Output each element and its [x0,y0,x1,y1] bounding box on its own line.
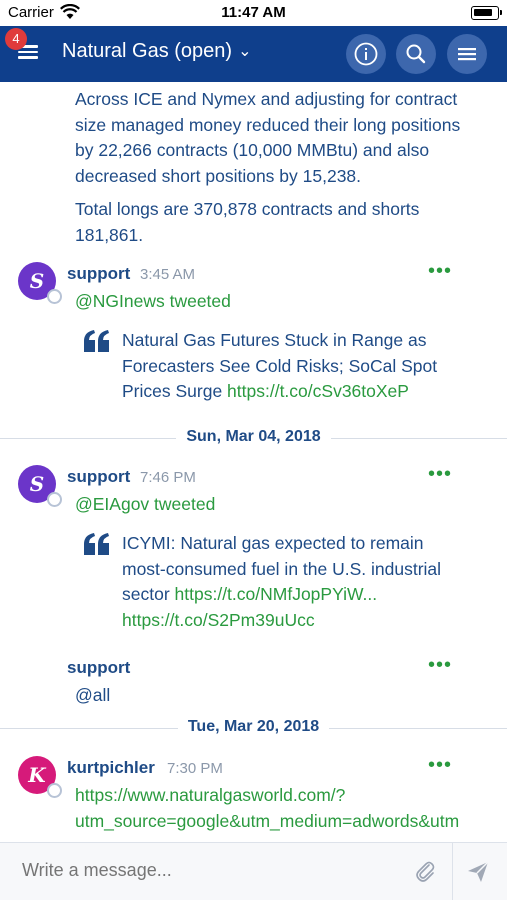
presence-indicator [47,783,62,798]
tweet-link[interactable]: https://t.co/NMfJopPYiW... [175,584,378,604]
message-time: 7:30 PM [167,760,223,777]
message-text: @all [75,685,111,705]
more-actions-icon[interactable]: ••• [428,463,452,486]
quote-icon [84,330,109,352]
info-button[interactable] [346,34,386,74]
message-time: 3:45 AM [140,266,196,283]
message-link[interactable]: https://www.naturalgasworld.com/? utm_so… [75,783,459,834]
message-composer [0,842,507,900]
message-author[interactable]: support [67,264,130,284]
message-author[interactable]: kurtpichler [67,758,155,778]
search-button[interactable] [396,34,436,74]
quote-icon [84,533,109,555]
search-icon [406,44,426,64]
top-nav-bar: 4 Natural Gas (open) ⌄ [0,26,507,82]
more-actions-icon[interactable]: ••• [428,754,452,777]
list-menu-icon [458,48,476,61]
message-author[interactable]: support [67,658,130,678]
channel-title: Natural Gas (open) [62,40,233,62]
tweet-source[interactable]: @EIAgov tweeted [75,492,215,518]
status-bar: Carrier 11:47 AM [0,0,507,26]
message-time: 7:46 PM [140,469,196,486]
tweet-link[interactable]: https://t.co/S2Pm39uUcc [122,610,315,630]
presence-indicator [47,492,62,507]
date-label: Tue, Mar 20, 2018 [177,718,330,735]
quote-text: ICYMI: Natural gas expected to remain mo… [122,533,442,630]
message-input[interactable] [22,860,402,881]
more-actions-icon[interactable]: ••• [428,260,452,283]
date-divider: Sun, Mar 04, 2018 [0,428,507,448]
unread-badge: 4 [5,28,27,50]
clock: 11:47 AM [221,4,286,21]
message-paragraph: Across ICE and Nymex and adjusting for c… [75,89,461,186]
chevron-down-icon: ⌄ [238,43,252,60]
info-icon [354,42,378,66]
avatar[interactable]: K [18,756,62,798]
more-actions-icon[interactable]: ••• [428,654,452,677]
message-author[interactable]: support [67,467,130,487]
quote-text: Natural Gas Futures Stuck in Range as Fo… [122,330,438,401]
avatar[interactable]: S [18,465,62,507]
paperclip-icon[interactable] [414,859,436,883]
tweet-source[interactable]: @NGInews tweeted [75,289,231,315]
message-paragraph: Total longs are 370,878 contracts and sh… [75,199,420,245]
send-icon[interactable] [466,860,490,884]
date-divider: Tue, Mar 20, 2018 [0,718,507,738]
avatar[interactable]: S [18,262,62,304]
presence-indicator [47,289,62,304]
message-continuation: Across ICE and Nymex and adjusting for c… [75,87,495,256]
tweet-link[interactable]: https://t.co/cSv36toXeP [227,381,409,401]
menu-button[interactable] [447,34,487,74]
message-feed[interactable]: Across ICE and Nymex and adjusting for c… [0,82,507,842]
channel-title-button[interactable]: Natural Gas (open) ⌄ [62,40,251,63]
battery-icon [471,6,502,20]
date-label: Sun, Mar 04, 2018 [176,428,331,445]
